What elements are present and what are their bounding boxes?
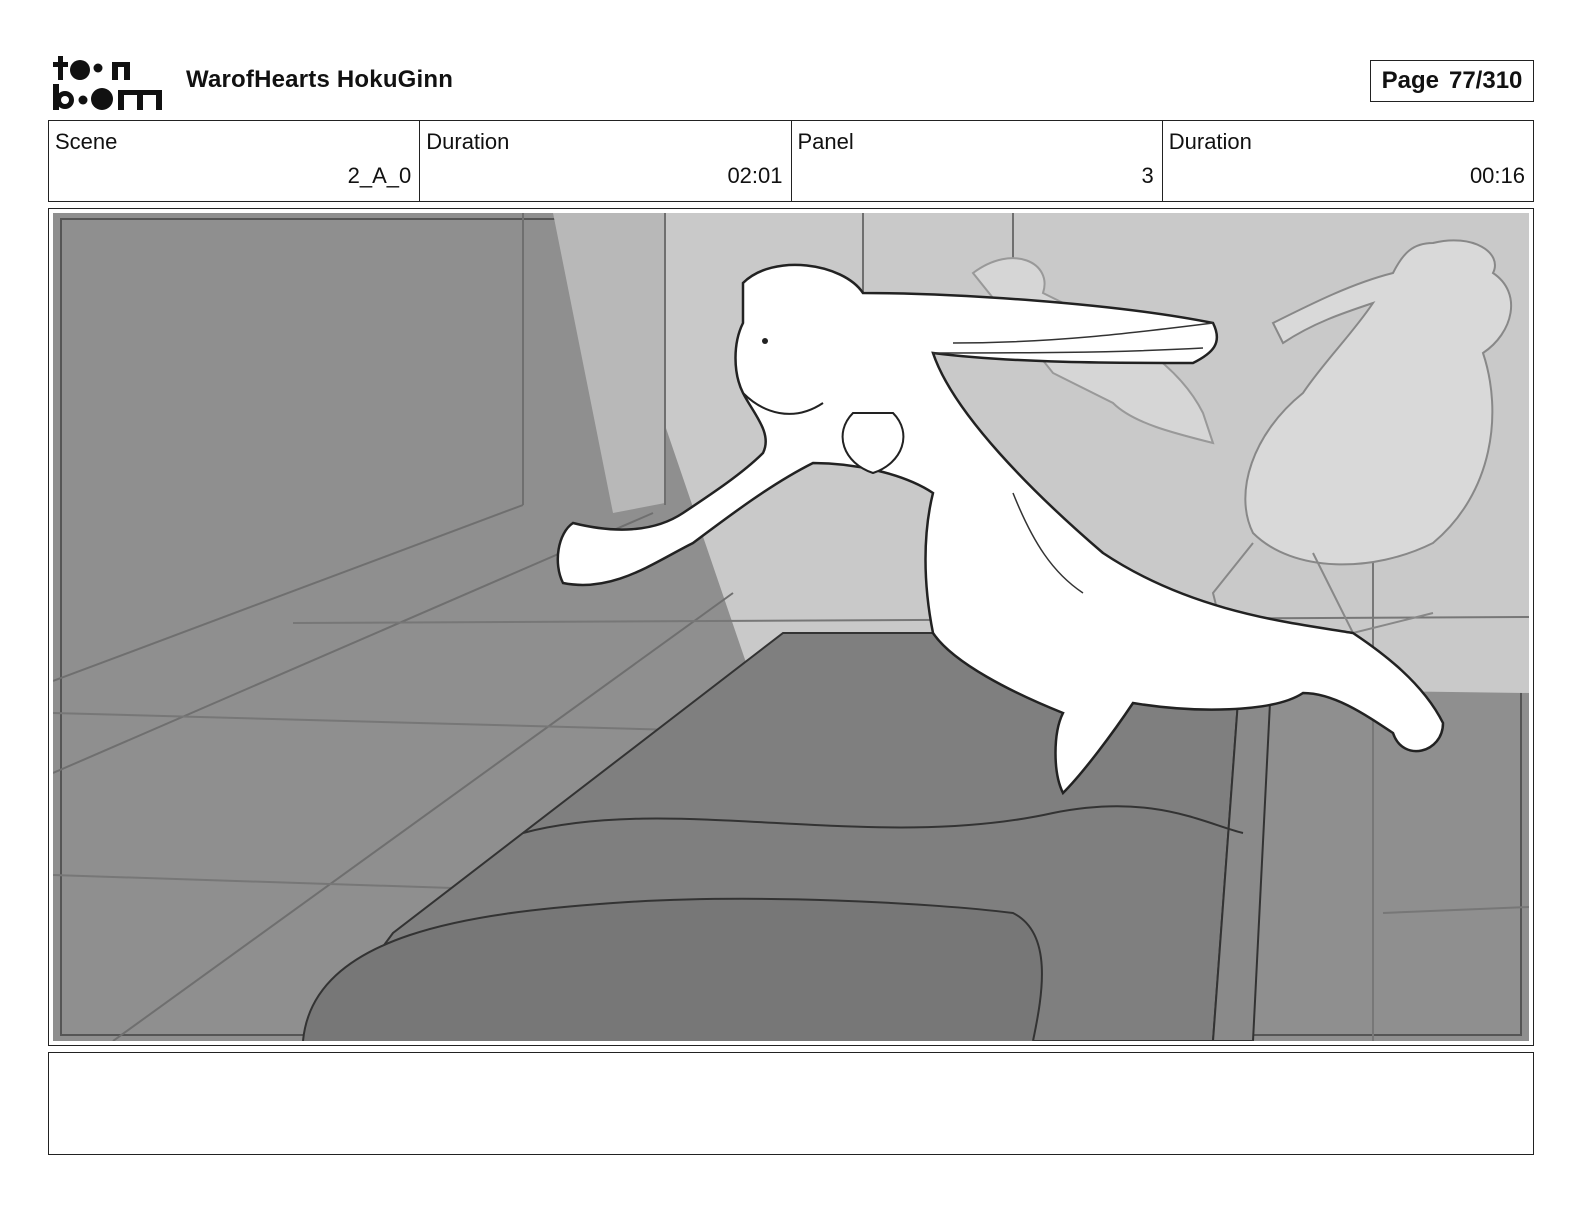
panel-duration-cell: Duration 00:16	[1163, 121, 1533, 201]
panel-info-table: Scene 2_A_0 Duration 02:01 Panel 3 Durat…	[48, 120, 1534, 202]
scene-label: Scene	[55, 129, 118, 154]
scene-cell: Scene 2_A_0	[49, 121, 421, 201]
panel-label: Panel	[797, 129, 854, 154]
page-label: Page	[1381, 67, 1439, 94]
project-title: WarofHearts HokuGinn	[186, 66, 454, 93]
storyboard-panel-frame	[48, 208, 1534, 1046]
scene-duration-label: Duration	[426, 129, 510, 154]
page-number: 77/310	[1448, 67, 1523, 94]
panel-notes-box	[48, 1052, 1534, 1155]
scene-value: 2_A_0	[347, 163, 412, 188]
scene-duration-cell: Duration 02:01	[420, 121, 792, 201]
panel-value: 3	[1141, 163, 1154, 188]
toon-boom-logo	[53, 56, 162, 110]
panel-duration-label: Duration	[1168, 129, 1252, 154]
storyboard-sketch-image	[53, 213, 1529, 1041]
scene-duration-value: 02:01	[727, 163, 783, 188]
panel-cell: Panel 3	[792, 121, 1163, 201]
panel-duration-value: 00:16	[1469, 163, 1525, 188]
page-indicator: Page 77/310	[1370, 60, 1534, 102]
